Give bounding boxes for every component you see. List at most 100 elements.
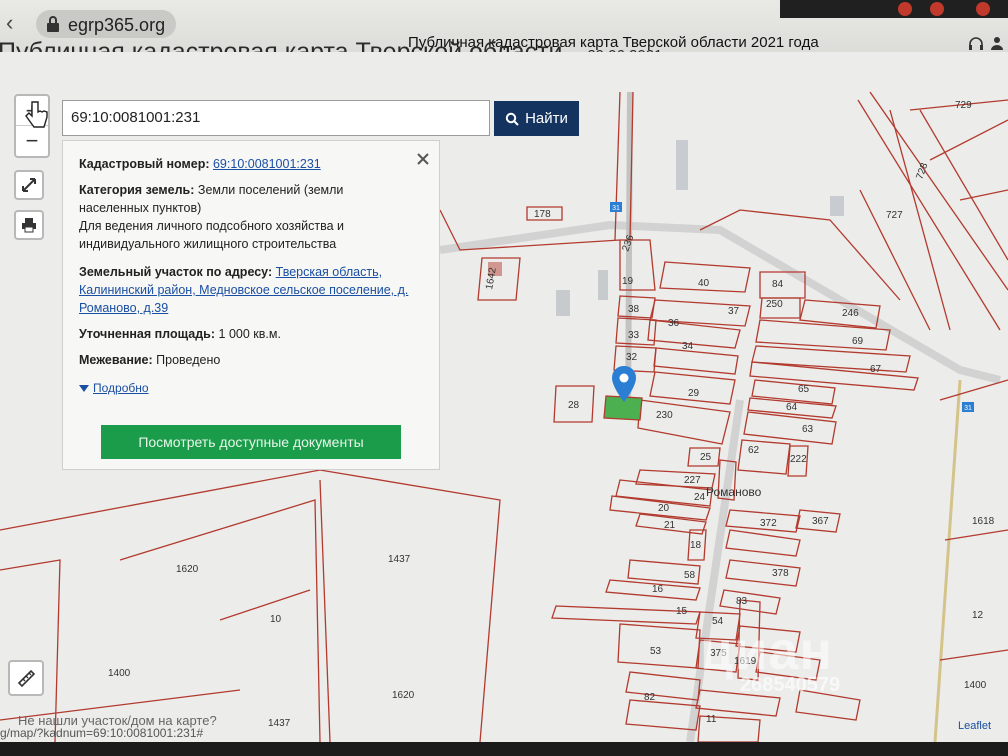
status-bar-url: g/map/?kadnum=69:10:0081001:231# <box>0 726 204 740</box>
address-row: Земельный участок по адресу: Тверская об… <box>79 263 382 281</box>
taskbar <box>0 742 1008 756</box>
parcel-number-label: 18 <box>690 540 702 551</box>
survey-value: Проведено <box>156 353 221 367</box>
survey-row: Межевание: Проведено <box>79 351 220 369</box>
cadastral-search-input[interactable]: 69:10:0081001:231 <box>62 100 490 136</box>
parcel-number-label: 82 <box>644 692 656 703</box>
parcel-number-label: 63 <box>802 424 814 435</box>
svg-text:31: 31 <box>964 405 972 412</box>
expand-icon <box>22 178 36 192</box>
parcel-number-label: 53 <box>650 646 662 657</box>
extension-icon[interactable] <box>930 2 944 16</box>
extension-icon[interactable] <box>976 2 990 16</box>
watermark-brand: циан <box>700 621 834 681</box>
hand-cursor-icon <box>25 101 48 128</box>
cadastral-number-label: Кадастровый номер: <box>79 157 210 171</box>
parcel-number-label: 36 <box>668 318 680 329</box>
parcel-number-label: 1437 <box>388 554 411 565</box>
cadastral-number-row: Кадастровый номер: 69:10:0081001:231 <box>79 155 321 173</box>
parcel-number-label: 65 <box>798 384 810 395</box>
parcel-number-label: 378 <box>772 568 789 579</box>
extension-strip <box>780 0 1008 18</box>
parcel-number-label: 32 <box>626 352 638 363</box>
area-label: Уточненная площадь: <box>79 327 216 341</box>
search-icon <box>505 112 519 126</box>
category-value-cont: населенных пунктов) <box>79 201 202 215</box>
address-link[interactable]: Тверская область, <box>276 265 382 279</box>
address-label: Земельный участок по адресу: <box>79 265 273 279</box>
parcel-number-label: 24 <box>694 492 706 503</box>
measure-button[interactable] <box>8 660 44 696</box>
parcel-number-label: 1437 <box>268 718 291 729</box>
parcel-number-label: 15 <box>676 606 688 617</box>
parcel-number-label: 33 <box>628 330 640 341</box>
parcel-number-label: 727 <box>886 210 903 221</box>
parcel-number-label: 29 <box>688 388 700 399</box>
lock-icon <box>47 16 59 32</box>
parcel-number-label: 12 <box>972 610 984 621</box>
parcel-number-label: 37 <box>728 306 740 317</box>
address-link-cont[interactable]: Калининский район, Медновское сельское п… <box>79 281 408 299</box>
parcel-number-label: 67 <box>870 364 882 375</box>
ruler-icon <box>17 669 36 688</box>
parcel-number-label: 20 <box>658 503 670 514</box>
print-button[interactable] <box>14 210 44 240</box>
parcel-number-label: 728 <box>914 161 930 181</box>
parcel-number-label: 34 <box>682 341 694 352</box>
road-sign-icon: 31 <box>610 202 622 212</box>
close-icon[interactable] <box>415 151 431 167</box>
parcel-number-label: 16 <box>652 584 664 595</box>
watermark-id: 268540579 <box>740 674 841 696</box>
parcel-number-label: 227 <box>684 475 701 486</box>
chevron-left-icon[interactable]: ‹ <box>6 10 13 36</box>
parcel-info-popup: Кадастровый номер: 69:10:0081001:231 Кат… <box>62 140 440 470</box>
parcel-number-label: 230 <box>656 410 673 421</box>
person-icon[interactable] <box>990 36 1004 50</box>
parcel-number-label: 84 <box>772 279 784 290</box>
road-sign-icon: 31 <box>962 402 974 412</box>
fullscreen-button[interactable] <box>14 170 44 200</box>
category-value: Земли поселений (земли <box>197 183 344 197</box>
parcel-number-label: 28 <box>568 400 580 411</box>
parcel-number-label: 1620 <box>176 564 199 575</box>
extension-icon[interactable] <box>898 2 912 16</box>
parcel-number-label: 25 <box>700 452 712 463</box>
area-value: 1 000 кв.м. <box>218 327 281 341</box>
parcel-number-label: 236 <box>620 233 636 253</box>
url-text[interactable]: egrp365.org <box>68 15 165 36</box>
search-button[interactable]: Найти <box>494 101 579 136</box>
zoom-out-button[interactable]: − <box>16 127 48 157</box>
parcel-number-label: 1620 <box>392 690 415 701</box>
headphones-icon[interactable] <box>968 36 984 50</box>
parcel-number-label: 38 <box>628 304 640 315</box>
parcel-number-label: 40 <box>698 278 710 289</box>
svg-text:31: 31 <box>612 205 620 212</box>
details-link[interactable]: Подробно <box>93 381 149 395</box>
parcel-number-label: 64 <box>786 402 798 413</box>
parcel-number-label: 367 <box>812 516 829 527</box>
parcel-number-label: 1400 <box>964 680 987 691</box>
parcel-number-label: 62 <box>748 445 760 456</box>
parcel-number-label: 250 <box>766 299 783 310</box>
location-marker-icon[interactable] <box>611 366 637 402</box>
view-documents-button[interactable]: Посмотреть доступные документы <box>101 425 401 459</box>
address-link-cont-2[interactable]: Романово, д.39 <box>79 299 168 317</box>
usage-text: Для ведения личного подсобного хозяйства… <box>79 219 344 233</box>
leaflet-attribution-link[interactable]: Leaflet <box>958 720 991 732</box>
parcel-number-label: 1642 <box>484 266 499 290</box>
parcel-number-label: 21 <box>664 520 676 531</box>
area-row: Уточненная площадь: 1 000 кв.м. <box>79 325 281 343</box>
printer-icon <box>22 218 36 233</box>
parcel-number-label: 1618 <box>972 516 995 527</box>
survey-label: Межевание: <box>79 353 153 367</box>
parcel-number-label: 222 <box>790 454 807 465</box>
parcel-number-label: 178 <box>534 209 551 220</box>
place-name-label: Романово <box>706 485 762 499</box>
parcel-number-label: 19 <box>622 276 634 287</box>
cadastral-number-link[interactable]: 69:10:0081001:231 <box>213 157 321 171</box>
category-row: Категория земель: Земли поселений (земли <box>79 181 343 199</box>
parcel-number-label: 1400 <box>108 668 131 679</box>
parcel-number-label: 69 <box>852 336 864 347</box>
usage-text-cont: индивидуального жилищного строительства <box>79 237 337 251</box>
parcel-number-label: 372 <box>760 518 777 529</box>
